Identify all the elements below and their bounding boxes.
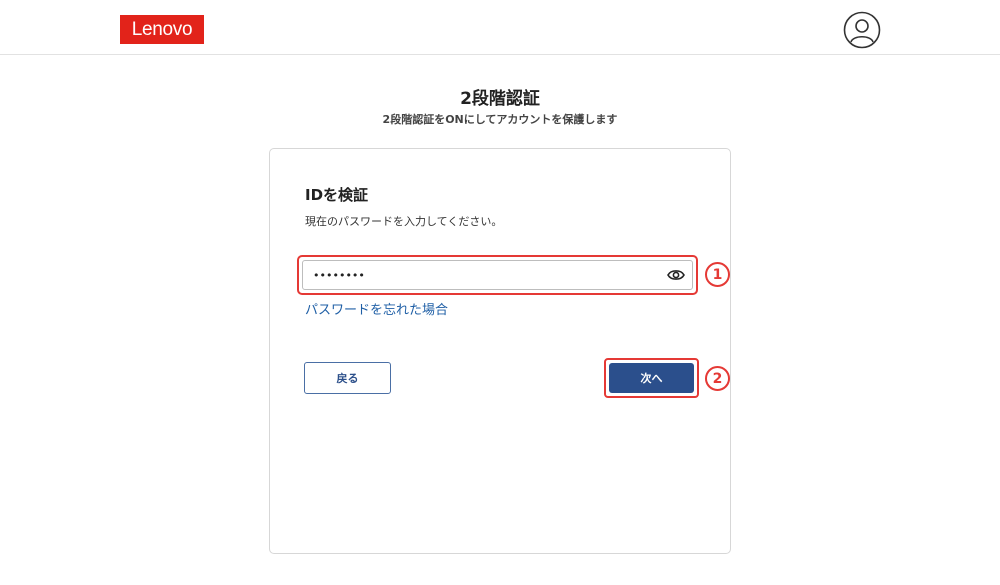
card-title: IDを検証 <box>305 186 369 204</box>
eye-icon[interactable] <box>666 265 686 285</box>
annotation-marker-1: 1 <box>705 262 730 287</box>
forgot-password-link[interactable]: パスワードを忘れた場合 <box>305 299 448 318</box>
next-button[interactable]: 次へ <box>609 363 694 393</box>
back-button[interactable]: 戻る <box>304 362 391 394</box>
password-input[interactable] <box>302 260 693 290</box>
page-subtitle: 2段階認証をONにしてアカウントを保護します <box>382 113 618 126</box>
verify-id-card <box>269 148 731 554</box>
page-title: 2段階認証 <box>460 89 540 109</box>
user-avatar-icon[interactable] <box>843 11 881 49</box>
lenovo-logo[interactable]: Lenovo <box>120 15 204 44</box>
top-header: Lenovo <box>0 0 1000 55</box>
annotation-marker-2: 2 <box>705 366 730 391</box>
card-description: 現在のパスワードを入力してください。 <box>305 215 503 228</box>
